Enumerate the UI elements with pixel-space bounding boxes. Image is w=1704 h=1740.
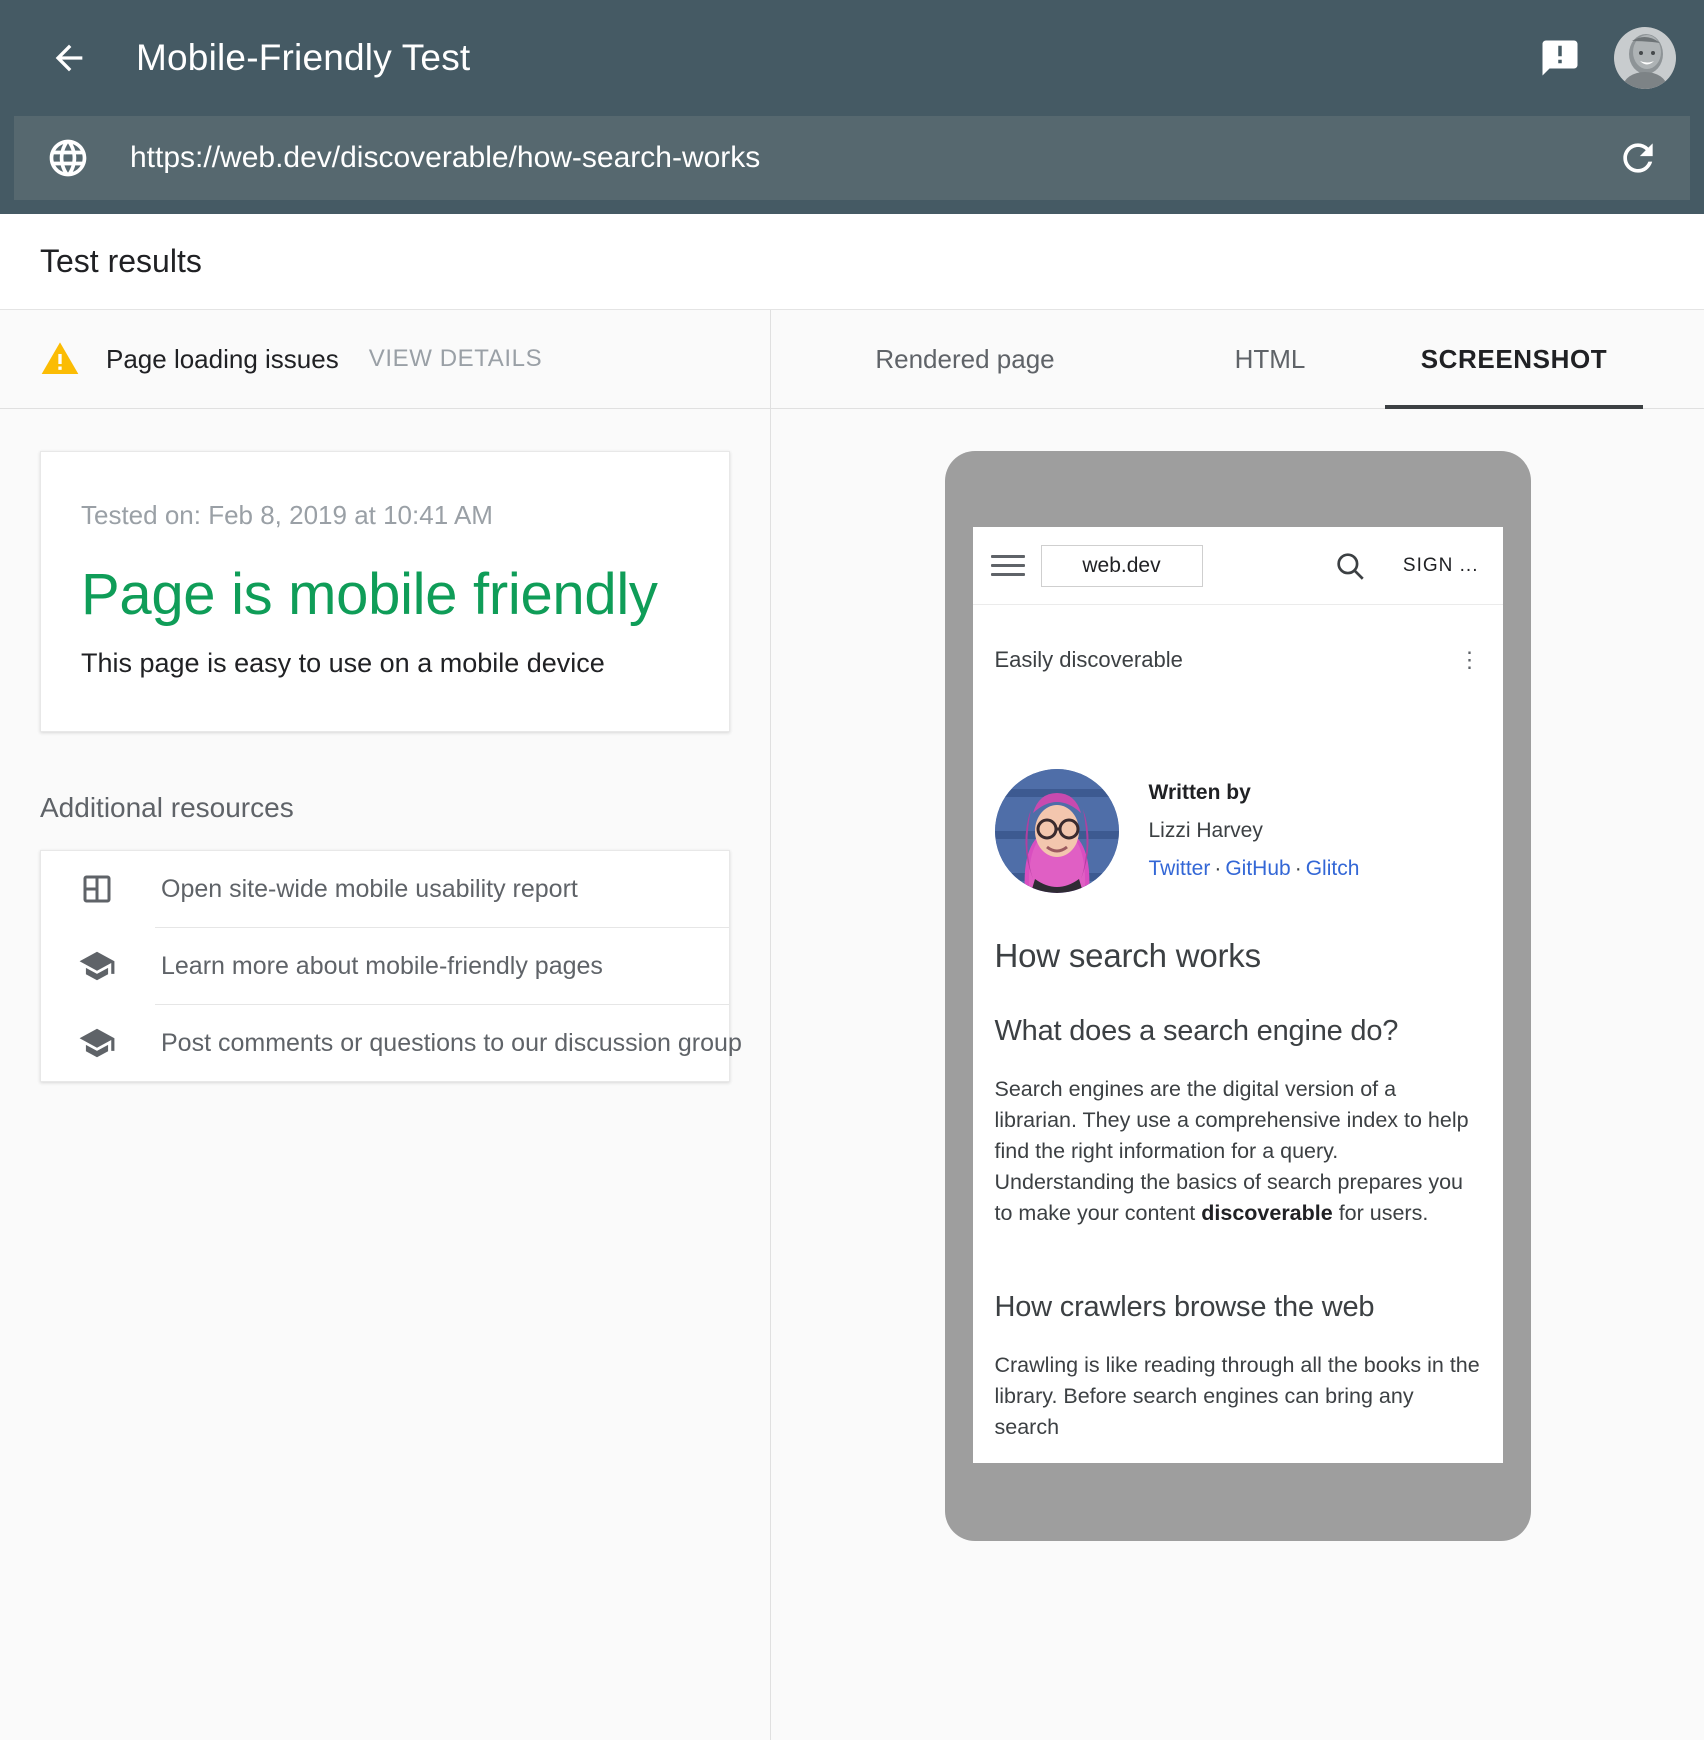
list-item-label: Post comments or questions to our discus…	[161, 1029, 742, 1058]
globe-icon	[44, 134, 92, 182]
more-vert-icon[interactable]: ⋮	[1459, 647, 1481, 673]
app-header: Mobile-Friendly Test	[0, 0, 1704, 116]
content-split: Page loading issues VIEW DETAILS Tested …	[0, 310, 1704, 1740]
tab-label: Rendered page	[875, 344, 1054, 375]
test-results-title: Test results	[40, 243, 202, 280]
right-pane: Rendered page HTML SCREENSHOT	[771, 310, 1704, 1740]
list-item[interactable]: Post comments or questions to our discus…	[41, 1005, 729, 1081]
tab-html[interactable]: HTML	[1155, 310, 1385, 408]
feedback-button[interactable]	[1532, 30, 1588, 86]
url-text: https://web.dev/discoverable/how-search-…	[130, 141, 1612, 175]
left-body: Tested on: Feb 8, 2019 at 10:41 AM Page …	[0, 409, 770, 1082]
author-link-glitch[interactable]: Glitch	[1306, 857, 1360, 880]
list-item[interactable]: Learn more about mobile-friendly pages	[41, 928, 729, 1004]
back-button[interactable]	[40, 29, 98, 87]
author-photo	[995, 769, 1119, 893]
page-title: Mobile-Friendly Test	[136, 37, 470, 79]
paragraph-text-bold: discoverable	[1201, 1201, 1332, 1225]
tab-screenshot[interactable]: SCREENSHOT	[1385, 310, 1643, 408]
preview-article-body: Written by Lizzi Harvey Twitter·GitHub·G…	[973, 769, 1503, 1443]
reload-icon	[1616, 136, 1660, 180]
tested-on-text: Tested on: Feb 8, 2019 at 10:41 AM	[81, 500, 689, 531]
author-link-twitter[interactable]: Twitter	[1149, 857, 1211, 880]
url-bar[interactable]: https://web.dev/discoverable/how-search-…	[14, 116, 1690, 200]
paragraph-text-tail: for users.	[1333, 1201, 1429, 1225]
phone-screen: web.dev SIGN ... Easily discoverable	[973, 527, 1503, 1463]
tab-rendered-page[interactable]: Rendered page	[775, 310, 1155, 408]
report-dashboard-icon	[75, 867, 119, 911]
school-cap-icon	[75, 944, 119, 988]
additional-resources-title: Additional resources	[40, 792, 730, 824]
tab-label: HTML	[1235, 344, 1306, 375]
phone-preview-container: web.dev SIGN ... Easily discoverable	[771, 409, 1704, 1541]
author-link-github[interactable]: GitHub	[1225, 857, 1290, 880]
view-details-button[interactable]: VIEW DETAILS	[369, 345, 542, 373]
search-icon[interactable]	[1333, 549, 1367, 583]
breadcrumb: Easily discoverable ⋮	[973, 605, 1503, 673]
article-heading-1: How search works	[995, 937, 1481, 975]
written-by-label: Written by	[1149, 781, 1360, 805]
left-pane: Page loading issues VIEW DETAILS Tested …	[0, 310, 771, 1740]
article-paragraph-second: Crawling is like reading through all the…	[995, 1350, 1481, 1443]
user-avatar-photo	[1614, 27, 1676, 89]
additional-resources-list: Open site-wide mobile usability report L…	[40, 850, 730, 1082]
sign-in-button[interactable]: SIGN ...	[1403, 555, 1479, 577]
link-separator: ·	[1295, 857, 1302, 880]
list-item[interactable]: Open site-wide mobile usability report	[41, 851, 729, 927]
author-links: Twitter·GitHub·Glitch	[1149, 857, 1360, 881]
breadcrumb-label: Easily discoverable	[995, 647, 1183, 673]
reload-button[interactable]	[1612, 132, 1664, 184]
preview-site-topbar: web.dev SIGN ...	[973, 527, 1503, 605]
link-separator: ·	[1214, 857, 1221, 880]
verdict-text: Page is mobile friendly	[81, 561, 689, 628]
author-meta: Written by Lizzi Harvey Twitter·GitHub·G…	[1149, 781, 1360, 881]
arrow-back-icon	[49, 38, 89, 78]
list-item-label: Open site-wide mobile usability report	[161, 875, 578, 904]
author-block: Written by Lizzi Harvey Twitter·GitHub·G…	[995, 769, 1481, 893]
verdict-card: Tested on: Feb 8, 2019 at 10:41 AM Page …	[40, 451, 730, 732]
list-item-label: Learn more about mobile-friendly pages	[161, 952, 603, 981]
phone-frame: web.dev SIGN ... Easily discoverable	[945, 451, 1531, 1541]
school-cap-icon	[75, 1021, 119, 1065]
verdict-subtitle: This page is easy to use on a mobile dev…	[81, 648, 689, 679]
test-results-header: Test results	[0, 214, 1704, 310]
author-name: Lizzi Harvey	[1149, 819, 1360, 843]
warning-triangle-icon	[40, 339, 80, 379]
url-bar-container: https://web.dev/discoverable/how-search-…	[0, 116, 1704, 214]
hamburger-menu-icon[interactable]	[991, 549, 1025, 583]
feedback-icon	[1539, 37, 1581, 79]
article-heading-2-first: What does a search engine do?	[995, 1015, 1481, 1048]
avatar[interactable]	[1614, 27, 1676, 89]
page-loading-issues-strip: Page loading issues VIEW DETAILS	[0, 310, 770, 409]
issue-label: Page loading issues	[106, 344, 339, 375]
preview-tabs: Rendered page HTML SCREENSHOT	[771, 310, 1704, 409]
article-paragraph-first: Search engines are the digital version o…	[995, 1074, 1481, 1229]
mobile-friendly-test-page: Mobile-Friendly Test	[0, 0, 1704, 1740]
site-name-chip[interactable]: web.dev	[1041, 545, 1203, 587]
article-heading-2-second: How crawlers browse the web	[995, 1291, 1481, 1324]
tab-label: SCREENSHOT	[1421, 344, 1608, 375]
